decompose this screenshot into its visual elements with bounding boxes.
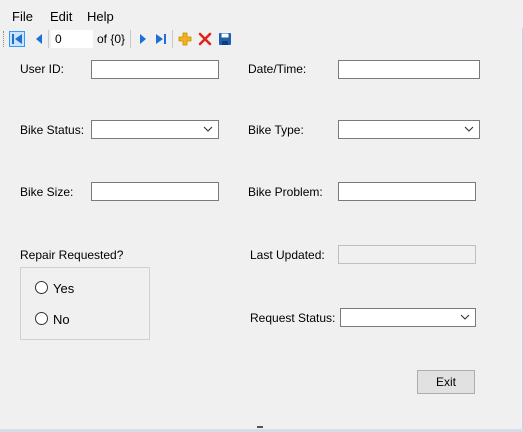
bike-problem-label: Bike Problem: <box>248 185 323 199</box>
last-updated-field <box>338 245 476 264</box>
chevron-down-icon <box>203 126 213 132</box>
bike-size-label: Bike Size: <box>20 185 74 199</box>
bike-status-label: Bike Status: <box>20 123 85 137</box>
repair-yes-label[interactable]: Yes <box>53 281 74 296</box>
count-label: of {0} <box>97 32 126 46</box>
toolbar-grip[interactable] <box>3 31 7 47</box>
date-time-field[interactable] <box>338 60 480 79</box>
move-last-icon[interactable] <box>153 31 169 47</box>
bike-problem-field[interactable] <box>338 182 476 201</box>
bike-type-label: Bike Type: <box>248 123 304 137</box>
repair-no-radio[interactable] <box>35 312 48 325</box>
menu-file[interactable]: File <box>12 9 33 24</box>
bike-type-combo[interactable] <box>338 120 480 139</box>
request-status-combo[interactable] <box>340 308 476 327</box>
menu-help[interactable]: Help <box>87 9 114 24</box>
delete-icon[interactable] <box>197 31 213 47</box>
toolbar-separator <box>130 30 131 48</box>
bike-size-field[interactable] <box>91 182 219 201</box>
user-id-field[interactable] <box>91 60 219 79</box>
repair-yes-radio[interactable] <box>35 281 48 294</box>
date-time-label: Date/Time: <box>248 62 307 76</box>
chevron-down-icon <box>464 126 474 132</box>
toolbar-separator <box>48 30 49 48</box>
bike-status-combo[interactable] <box>91 120 219 139</box>
request-status-label: Request Status: <box>250 311 336 325</box>
save-icon[interactable] <box>217 31 233 47</box>
resize-marker[interactable] <box>257 426 263 428</box>
move-previous-icon[interactable] <box>31 31 47 47</box>
repair-requested-label: Repair Requested? <box>20 248 124 262</box>
menu-bar <box>0 0 523 28</box>
exit-button[interactable]: Exit <box>417 370 475 394</box>
toolbar-separator <box>172 30 173 48</box>
menu-edit[interactable]: Edit <box>50 9 72 24</box>
repair-requested-group <box>20 267 150 340</box>
repair-no-label[interactable]: No <box>53 312 70 327</box>
last-updated-label: Last Updated: <box>250 248 325 262</box>
position-input[interactable]: 0 <box>51 30 93 48</box>
add-new-icon[interactable] <box>177 31 193 47</box>
move-next-icon[interactable] <box>135 31 151 47</box>
move-first-icon[interactable] <box>9 31 25 47</box>
chevron-down-icon <box>460 314 470 320</box>
user-id-label: User ID: <box>20 62 65 76</box>
